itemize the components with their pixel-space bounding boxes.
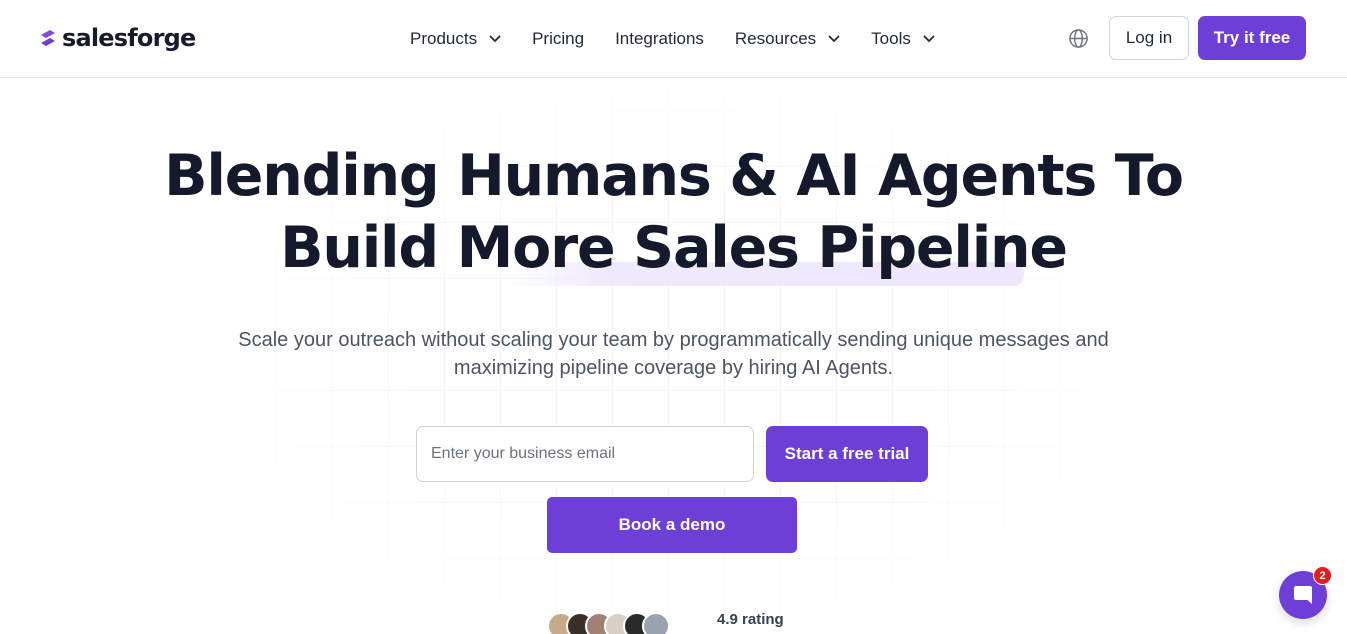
- nav-pricing[interactable]: Pricing: [532, 29, 584, 49]
- subheading-line-1: Scale your outreach without scaling your…: [238, 329, 1109, 351]
- start-free-trial-button[interactable]: Start a free trial: [766, 426, 928, 482]
- hero-headline: Blending Humans & AI Agents To Build Mor…: [0, 140, 1347, 284]
- try-free-button[interactable]: Try it free: [1198, 16, 1306, 60]
- login-button[interactable]: Log in: [1109, 16, 1189, 60]
- nav-resources[interactable]: Resources: [735, 29, 840, 49]
- business-email-input[interactable]: [416, 426, 754, 482]
- chevron-down-icon: [828, 35, 840, 43]
- brand-logo[interactable]: salesforge: [37, 22, 196, 54]
- nav-resources-label: Resources: [734, 29, 817, 48]
- nav-integrations-label: Integrations: [615, 29, 704, 48]
- hero-subheading: Scale your outreach without scaling your…: [180, 326, 1167, 382]
- nav-tools-label: Tools: [871, 29, 911, 48]
- chat-unread-badge: 2: [1313, 566, 1332, 585]
- subheading-line-2: maximizing pipeline coverage by hiring A…: [453, 357, 894, 379]
- nav-tools[interactable]: Tools: [871, 29, 935, 49]
- book-demo-button[interactable]: Book a demo: [547, 497, 797, 553]
- rating-text: 4.9 rating: [717, 611, 784, 628]
- brand-name: salesforge: [62, 24, 196, 52]
- chevron-down-icon: [489, 35, 501, 43]
- nav-integrations[interactable]: Integrations: [615, 29, 704, 49]
- salesforge-logo-icon: [41, 30, 55, 46]
- main-nav: Products Pricing Integrations Resources …: [410, 28, 966, 50]
- globe-icon[interactable]: [1068, 28, 1089, 49]
- chevron-down-icon: [923, 35, 935, 43]
- nav-products[interactable]: Products: [410, 29, 501, 49]
- nav-pricing-label: Pricing: [532, 29, 585, 48]
- nav-products-label: Products: [410, 29, 478, 48]
- headline-line-2: Build More Sales Pipeline: [280, 215, 1068, 281]
- avatar: [642, 612, 670, 634]
- chat-icon: [1294, 586, 1312, 604]
- site-header: salesforge Products Pricing Integrations…: [0, 0, 1347, 78]
- customer-avatars: [547, 612, 670, 634]
- headline-line-1: Blending Humans & AI Agents To: [164, 143, 1184, 209]
